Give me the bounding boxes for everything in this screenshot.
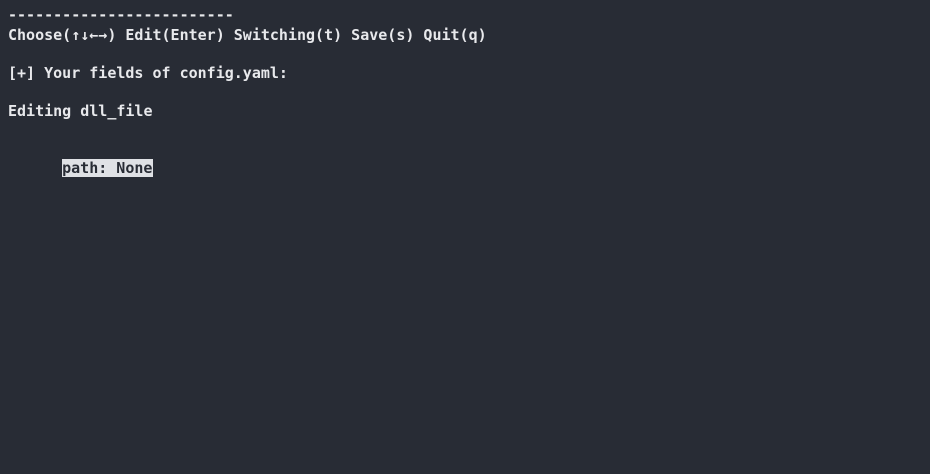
keybinding-help: Choose(↑↓←→) Edit(Enter) Switching(t) Sa… bbox=[8, 26, 487, 44]
separator-line: ------------------------- bbox=[8, 6, 234, 24]
terminal-window[interactable]: ------------------------- Choose(↑↓←→) E… bbox=[0, 0, 930, 474]
fields-header: [+] Your fields of config.yaml: bbox=[8, 64, 288, 82]
editing-label: Editing dll_file bbox=[8, 102, 153, 120]
selected-field-text[interactable]: path: None bbox=[62, 159, 154, 177]
field-row-path[interactable]: path: None bbox=[26, 140, 154, 177]
